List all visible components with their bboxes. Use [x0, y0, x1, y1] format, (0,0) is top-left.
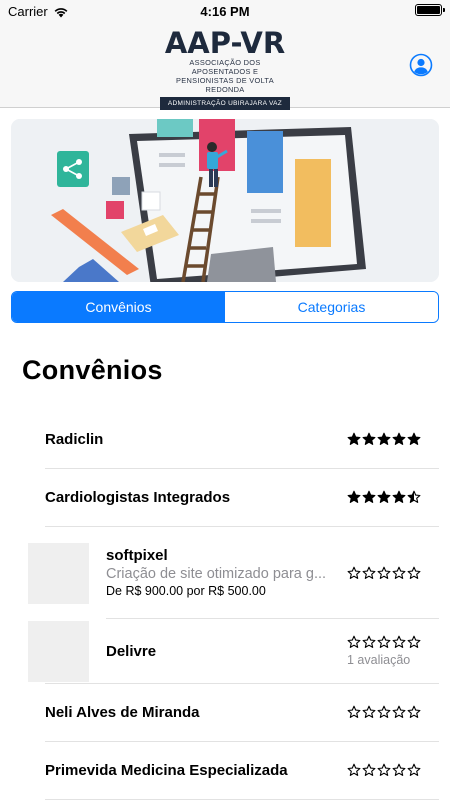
logo-subtitle-line2: PENSIONISTAS DE VOLTA REDONDA	[176, 76, 274, 94]
star-filled-icon	[362, 490, 376, 503]
star-empty-icon	[347, 566, 361, 579]
rating-stars	[347, 566, 421, 580]
star-empty-icon	[362, 763, 376, 776]
aap-vr-logo: AAP-VR ASSOCIAÇÃO DOS APOSENTADOS E PENS…	[160, 28, 290, 110]
star-filled-icon	[377, 490, 391, 503]
status-time: 4:16 PM	[200, 4, 250, 19]
user-circle-icon[interactable]	[409, 53, 433, 77]
star-empty-icon	[377, 566, 391, 579]
list-item[interactable]: Delivre 1 avaliação	[0, 619, 450, 684]
list-item[interactable]: Neli Alves de Miranda	[0, 684, 450, 742]
star-filled-icon	[407, 432, 421, 445]
item-name: Cardiologistas Integrados	[45, 489, 231, 506]
rating-stars	[347, 432, 421, 446]
star-empty-icon	[392, 705, 406, 718]
star-empty-icon	[362, 566, 376, 579]
star-filled-icon	[377, 432, 391, 445]
tab-categorias[interactable]: Categorias	[225, 292, 438, 322]
star-empty-icon	[377, 635, 391, 648]
status-bar: Carrier 4:16 PM	[0, 0, 450, 22]
star-empty-icon	[407, 763, 421, 776]
logo-subtitle-line1: ASSOCIAÇÃO DOS APOSENTADOS E	[189, 58, 261, 76]
segmented-control: Convênios Categorias	[11, 291, 439, 323]
star-filled-icon	[392, 490, 406, 503]
star-empty-icon	[407, 705, 421, 718]
star-filled-icon	[347, 490, 361, 503]
star-empty-icon	[407, 635, 421, 648]
banner-image	[11, 119, 439, 282]
banner-illustration	[11, 119, 439, 282]
star-empty-icon	[347, 705, 361, 718]
section-title: Convênios	[22, 355, 163, 385]
star-empty-icon	[392, 566, 406, 579]
rating-stars	[347, 635, 421, 649]
navigation-header: AAP-VR ASSOCIAÇÃO DOS APOSENTADOS E PENS…	[0, 22, 450, 110]
battery-icon	[415, 4, 445, 16]
item-thumbnail	[28, 543, 89, 604]
star-empty-icon	[392, 635, 406, 648]
list-item[interactable]: Radiclin	[0, 411, 450, 469]
rating-stars	[347, 705, 421, 719]
item-name: Delivre	[106, 643, 157, 660]
list-item[interactable]: Cardiologistas Integrados	[0, 469, 450, 527]
item-thumbnail	[28, 621, 89, 682]
logo-title: AAP-VR	[164, 26, 286, 60]
item-description: Criação de site otimizado para g...	[106, 566, 327, 582]
list-item[interactable]: Primevida Medicina Especializada	[0, 742, 450, 800]
star-half-icon	[407, 490, 421, 503]
rating-stars	[347, 490, 421, 504]
star-empty-icon	[392, 763, 406, 776]
item-name: Radiclin	[45, 431, 104, 448]
rating-count: 1 avaliação	[347, 653, 411, 667]
star-filled-icon	[347, 432, 361, 445]
item-name: Primevida Medicina Especializada	[45, 762, 288, 779]
item-name: Neli Alves de Miranda	[45, 704, 200, 721]
star-empty-icon	[377, 763, 391, 776]
star-filled-icon	[362, 432, 376, 445]
star-empty-icon	[377, 705, 391, 718]
logo-admin-band: ADMINISTRAÇÃO UBIRAJARA VAZ	[160, 97, 290, 110]
star-empty-icon	[407, 566, 421, 579]
star-empty-icon	[347, 635, 361, 648]
item-price: De R$ 900.00 por R$ 500.00	[106, 584, 266, 598]
star-empty-icon	[362, 705, 376, 718]
star-filled-icon	[392, 432, 406, 445]
tab-convenios[interactable]: Convênios	[12, 292, 225, 322]
item-name: softpixel	[106, 547, 168, 564]
list-item[interactable]: softpixel Criação de site otimizado para…	[0, 527, 450, 619]
star-empty-icon	[347, 763, 361, 776]
star-empty-icon	[362, 635, 376, 648]
rating-stars	[347, 763, 421, 777]
